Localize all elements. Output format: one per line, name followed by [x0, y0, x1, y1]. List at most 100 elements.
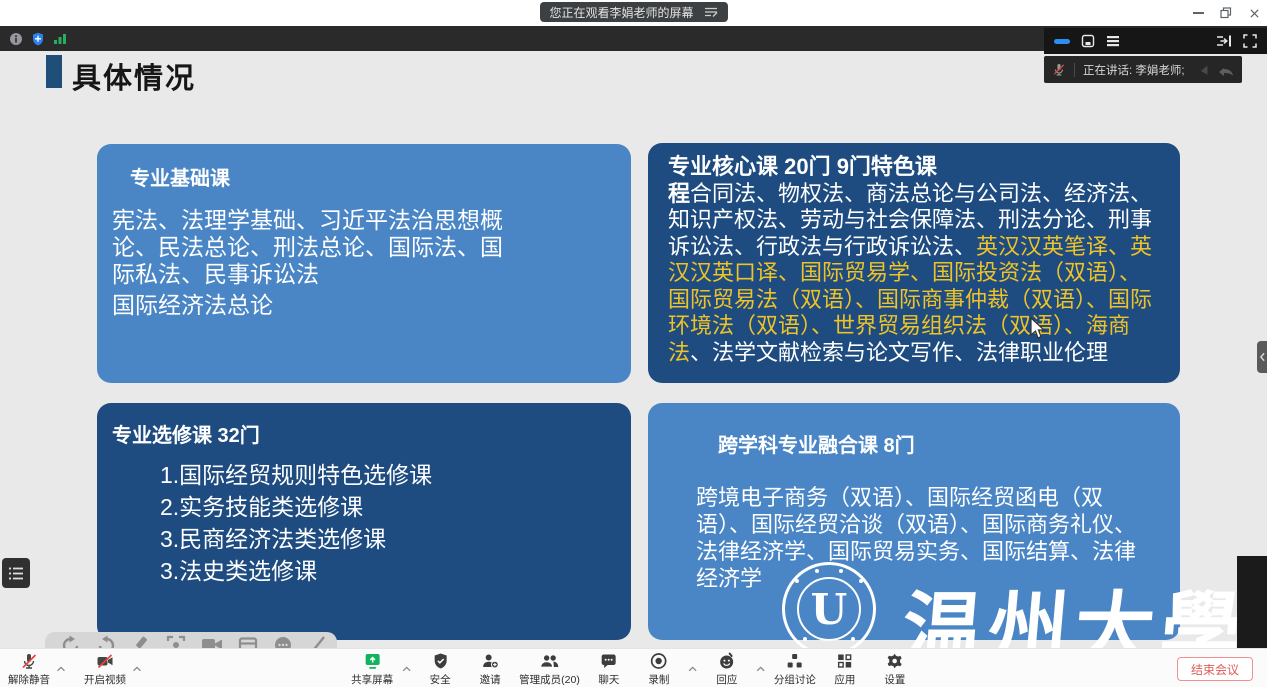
security-shield-icon: [431, 652, 449, 670]
toolbar-label: 聊天: [598, 672, 619, 687]
screen-viewing-banner[interactable]: 您正在观看李娟老师的屏幕: [539, 2, 727, 22]
network-signal-icon: [53, 32, 67, 45]
chevron-left-icon: [1259, 352, 1266, 362]
share-screen-icon: [363, 652, 381, 670]
shared-screen-content: 具体情况 专业基础课 宪法、法理学基础、习近平法治思想概论、民法总论、刑法总论、…: [0, 51, 1267, 648]
line-tool-icon[interactable]: [308, 635, 328, 648]
status-panel-toolbar: [1044, 28, 1267, 54]
toolbar-label: 设置: [884, 672, 905, 687]
banner-menu-icon[interactable]: [704, 6, 718, 18]
speaking-text: 正在讲话: 李娟老师;: [1083, 62, 1199, 78]
end-meeting-button[interactable]: 结束会议: [1177, 657, 1253, 681]
window-controls: [1191, 0, 1261, 26]
breakout-rooms-icon: [786, 652, 804, 670]
pen-icon[interactable]: [131, 635, 151, 648]
minimize-panel-icon[interactable]: [1054, 39, 1070, 44]
toolbar-label: 共享屏幕: [351, 672, 393, 687]
video-options-chevron[interactable]: [132, 659, 142, 677]
layers-icon[interactable]: [1106, 34, 1120, 48]
toolbar-item-share-screen[interactable]: 共享屏幕: [351, 652, 393, 687]
open-sidebar-icon[interactable]: [1216, 34, 1232, 48]
toolbar-label: 管理成员(20): [519, 672, 580, 687]
hand-raise-icon[interactable]: [1199, 64, 1214, 76]
mouse-cursor: [1030, 317, 1047, 340]
box-basic-body: 宪法、法理学基础、习近平法治思想概论、民法总论、刑法总论、国际法、国际私法、民事…: [112, 207, 512, 288]
video-clip-icon[interactable]: [201, 635, 223, 648]
university-watermark-text: 温州大學: [898, 565, 1252, 648]
camera-muted-icon: [96, 652, 114, 670]
box-core-title-wrap: 程: [668, 181, 690, 206]
logo-letter: U: [797, 577, 861, 641]
protection-shield-icon[interactable]: [31, 32, 45, 46]
reply-arrow-icon[interactable]: [1218, 64, 1234, 76]
screen-viewing-banner-text: 您正在观看李娟老师的屏幕: [549, 4, 693, 21]
invite-person-icon: [481, 652, 499, 670]
mute-options-chevron[interactable]: [56, 659, 66, 677]
list-item: 3.法史类选修课: [160, 555, 631, 587]
list-item: 2.实务技能类选修课: [160, 491, 631, 523]
fullscreen-icon[interactable]: [1243, 34, 1257, 48]
toolbar-item-record[interactable]: 录制: [638, 652, 680, 687]
restore-icon: [1220, 7, 1232, 19]
toolbar-item-apps[interactable]: 应用: [824, 652, 866, 687]
box-elective-courses: 专业选修课 32门 1.国际经贸规则特色选修课 2.实务技能类选修课 3.民商经…: [97, 403, 631, 640]
card-icon[interactable]: [238, 635, 258, 648]
redo-icon[interactable]: [96, 635, 116, 648]
box-core-courses: 专业核心课 20门 9门特色课 程合同法、物权法、商法总论与公司法、经济法、知识…: [648, 143, 1180, 383]
record-icon: [650, 652, 668, 670]
settings-gear-icon: [886, 652, 904, 670]
university-seal-logo: U: [782, 562, 876, 648]
toolbar-label: 分组讨论: [774, 672, 816, 687]
share-options-chevron[interactable]: [401, 659, 411, 677]
meeting-toolbar: 解除静音 开启视频: [0, 648, 1267, 687]
toolbar-item-settings[interactable]: 设置: [874, 652, 916, 687]
close-button[interactable]: [1247, 6, 1261, 20]
status-panel: 正在讲话: 李娟老师;: [1044, 28, 1267, 83]
undo-icon[interactable]: [61, 635, 81, 648]
toolbar-item-start-video[interactable]: 开启视频: [84, 652, 126, 687]
restore-button[interactable]: [1219, 6, 1233, 20]
react-options-chevron[interactable]: [756, 659, 766, 677]
divider: [1074, 63, 1075, 77]
collapse-panel-handle[interactable]: [1257, 341, 1267, 373]
box-basic-body-2: 国际经济法总论: [112, 292, 631, 319]
toolbar-label: 邀请: [480, 672, 501, 687]
toolbar-item-unmute[interactable]: 解除静音: [8, 652, 50, 687]
toolbar-item-react[interactable]: 回应: [706, 652, 748, 687]
slide-list-button[interactable]: [2, 558, 30, 588]
record-options-chevron[interactable]: [688, 659, 698, 677]
toolbar-label: 安全: [430, 672, 451, 687]
annotation-toolbar[interactable]: [45, 632, 337, 648]
toolbar-label: 录制: [648, 672, 669, 687]
apps-grid-icon: [836, 652, 854, 670]
title-accent-bar: [46, 55, 62, 88]
meeting-window: 您正在观看李娟老师的屏幕: [0, 0, 1267, 687]
box-elective-list: 1.国际经贸规则特色选修课 2.实务技能类选修课 3.民商经济法类选修课 3.法…: [160, 459, 631, 587]
toolbar-label: 开启视频: [84, 672, 126, 687]
close-icon: [1249, 8, 1260, 19]
mic-muted-small-icon: [1052, 62, 1066, 77]
box-core-title: 专业核心课 20门 9门特色课: [668, 154, 937, 179]
box-basic-courses: 专业基础课 宪法、法理学基础、习近平法治思想概论、民法总论、刑法总论、国际法、国…: [97, 144, 631, 383]
screenshot-icon[interactable]: [166, 635, 186, 648]
reaction-emoji-icon: [718, 652, 736, 670]
toolbar-item-chat[interactable]: 聊天: [588, 652, 630, 687]
toolbar-item-invite[interactable]: 邀请: [469, 652, 511, 687]
toolbar-item-security[interactable]: 安全: [419, 652, 461, 687]
list-item: 3.民商经济法类选修课: [160, 523, 631, 555]
toolbar-label: 解除静音: [8, 672, 50, 687]
list-icon: [8, 566, 25, 581]
box-basic-title: 专业基础课: [130, 162, 631, 191]
info-icon[interactable]: [9, 32, 23, 46]
toolbar-item-manage-members[interactable]: 管理成员(20): [519, 652, 580, 687]
minimize-button[interactable]: [1191, 6, 1205, 20]
chat-bubble-icon: [600, 652, 618, 670]
toolbar-label: 应用: [834, 672, 855, 687]
whiteboard-icon[interactable]: [1081, 34, 1095, 48]
toolbar-item-breakout[interactable]: 分组讨论: [774, 652, 816, 687]
members-icon: [540, 652, 560, 670]
slide-title: 具体情况: [72, 55, 196, 97]
comment-bubble-icon[interactable]: [273, 635, 293, 648]
mic-muted-icon: [20, 652, 38, 670]
toolbar-label: 回应: [716, 672, 737, 687]
